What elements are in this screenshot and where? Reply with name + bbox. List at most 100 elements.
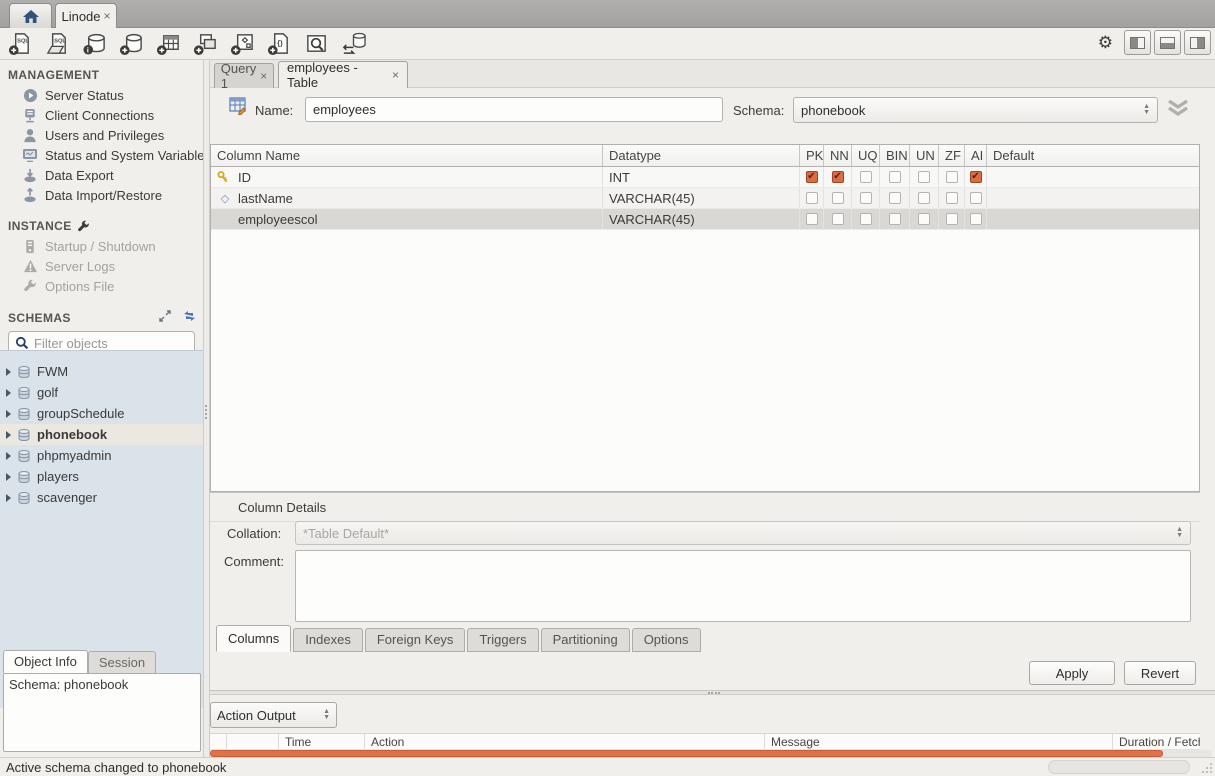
tab-session[interactable]: Session — [88, 651, 156, 673]
output-selector[interactable]: Action Output ▲▼ — [210, 702, 337, 728]
horizontal-scrollbar[interactable] — [210, 750, 1212, 757]
tab-object-info[interactable]: Object Info — [3, 650, 88, 673]
warning-icon — [22, 258, 38, 274]
expander-icon[interactable] — [6, 389, 11, 397]
scrollbar-thumb[interactable] — [210, 750, 1163, 757]
nn-checkbox[interactable] — [832, 192, 844, 204]
ai-checkbox[interactable] — [970, 213, 982, 225]
create-routine-icon[interactable] — [229, 30, 256, 57]
toggle-secondary-sidebar-button[interactable] — [1184, 30, 1211, 55]
schema-row-groupschedule[interactable]: groupSchedule — [0, 403, 203, 424]
un-checkbox[interactable] — [918, 171, 930, 183]
collation-label: Collation: — [227, 526, 281, 541]
sidebar-item-server-status[interactable]: Server Status — [0, 85, 203, 105]
schema-select[interactable]: phonebook ▲▼ — [793, 97, 1158, 123]
apply-button[interactable]: Apply — [1029, 661, 1115, 685]
nn-checkbox[interactable] — [832, 213, 844, 225]
schema-row-scavenger[interactable]: scavenger — [0, 487, 203, 508]
expander-icon[interactable] — [6, 473, 11, 481]
open-sql-script-icon[interactable]: SQL — [44, 30, 71, 57]
toggle-output-button[interactable] — [1154, 30, 1181, 55]
schema-row-phpmyadmin[interactable]: phpmyadmin — [0, 445, 203, 466]
refresh-schemas-icon[interactable] — [183, 310, 196, 325]
database-icon — [17, 449, 31, 463]
schema-row-players[interactable]: players — [0, 466, 203, 487]
bin-checkbox[interactable] — [889, 192, 901, 204]
sidebar-item-data-import[interactable]: Data Import/Restore — [0, 185, 203, 205]
zf-checkbox[interactable] — [946, 171, 958, 183]
uq-checkbox[interactable] — [860, 171, 872, 183]
create-view-icon[interactable] — [192, 30, 219, 57]
connection-tab[interactable]: Linode × — [55, 3, 117, 28]
expander-icon[interactable] — [6, 368, 11, 376]
create-table-icon[interactable] — [155, 30, 182, 57]
column-row-lastname[interactable]: ◇ lastName VARCHAR(45) — [211, 188, 1199, 209]
expander-icon[interactable] — [6, 431, 11, 439]
output-splitter[interactable] — [210, 690, 1215, 695]
schema-filter-input[interactable] — [34, 336, 184, 351]
sidebar-item-data-export[interactable]: Data Export — [0, 165, 203, 185]
create-function-icon[interactable]: {) — [266, 30, 293, 57]
sidebar-item-status-system-variables[interactable]: Status and System Variables — [0, 145, 203, 165]
un-checkbox[interactable] — [918, 213, 930, 225]
sidebar-item-client-connections[interactable]: Client Connections — [0, 105, 203, 125]
column-row-id[interactable]: ID INT — [211, 167, 1199, 188]
schema-row-fwm[interactable]: FWM — [0, 361, 203, 382]
reconnect-dbms-icon[interactable] — [340, 30, 367, 57]
subtab-indexes[interactable]: Indexes — [293, 628, 363, 652]
expand-form-chevron-icon[interactable] — [1165, 98, 1191, 118]
close-icon[interactable]: × — [104, 9, 111, 23]
close-icon[interactable]: × — [392, 68, 399, 82]
wrench-icon — [77, 220, 90, 233]
sidebar-item-options-file[interactable]: Options File — [0, 276, 203, 296]
un-checkbox[interactable] — [918, 192, 930, 204]
subtab-options[interactable]: Options — [632, 628, 701, 652]
schema-inspector-icon[interactable]: i — [81, 30, 108, 57]
sidebar-item-server-logs[interactable]: Server Logs — [0, 256, 203, 276]
zf-checkbox[interactable] — [946, 213, 958, 225]
gear-icon[interactable]: ⚙ — [1098, 33, 1113, 53]
sidebar-item-startup-shutdown[interactable]: Startup / Shutdown — [0, 236, 203, 256]
pk-checkbox[interactable] — [806, 213, 818, 225]
zf-checkbox[interactable] — [946, 192, 958, 204]
toggle-sidebar-button[interactable] — [1124, 30, 1151, 55]
ai-checkbox[interactable] — [970, 192, 982, 204]
column-row-employeescol[interactable]: employeescol VARCHAR(45) — [211, 209, 1199, 230]
home-tab[interactable] — [9, 3, 52, 28]
search-table-data-icon[interactable] — [303, 30, 330, 57]
new-sql-tab-icon[interactable]: SQL — [7, 30, 34, 57]
table-name-input[interactable] — [305, 97, 723, 122]
bin-checkbox[interactable] — [889, 213, 901, 225]
subtab-columns[interactable]: Columns — [216, 625, 291, 652]
comment-textarea[interactable] — [295, 550, 1191, 622]
schema-row-phonebook[interactable]: phonebook — [0, 424, 203, 445]
tab-employees-table[interactable]: employees - Table × — [278, 61, 408, 88]
export-icon — [22, 167, 38, 183]
expander-icon[interactable] — [6, 410, 11, 418]
schemas-section-title: SCHEMAS — [0, 305, 203, 328]
pk-checkbox[interactable] — [806, 192, 818, 204]
collation-select[interactable]: *Table Default* ▲▼ — [295, 521, 1191, 545]
subtab-partitioning[interactable]: Partitioning — [541, 628, 630, 652]
nn-checkbox[interactable] — [832, 171, 844, 183]
schema-row-golf[interactable]: golf — [0, 382, 203, 403]
pk-checkbox[interactable] — [806, 171, 818, 183]
database-icon — [17, 470, 31, 484]
resize-grip-icon[interactable] — [1200, 761, 1213, 774]
expander-icon[interactable] — [6, 494, 11, 502]
subtab-triggers[interactable]: Triggers — [467, 628, 538, 652]
home-icon — [22, 9, 40, 24]
uq-checkbox[interactable] — [860, 192, 872, 204]
subtab-foreign-keys[interactable]: Foreign Keys — [365, 628, 466, 652]
close-icon[interactable]: × — [260, 69, 267, 83]
bin-checkbox[interactable] — [889, 171, 901, 183]
expand-schemas-icon[interactable] — [159, 310, 171, 325]
create-schema-icon[interactable] — [118, 30, 145, 57]
ai-checkbox[interactable] — [970, 171, 982, 183]
uq-checkbox[interactable] — [860, 213, 872, 225]
sidebar-item-users-privileges[interactable]: Users and Privileges — [0, 125, 203, 145]
tab-query-1[interactable]: Query 1 × — [214, 63, 274, 88]
revert-button[interactable]: Revert — [1124, 661, 1196, 685]
sidebar-splitter[interactable] — [203, 60, 210, 757]
expander-icon[interactable] — [6, 452, 11, 460]
